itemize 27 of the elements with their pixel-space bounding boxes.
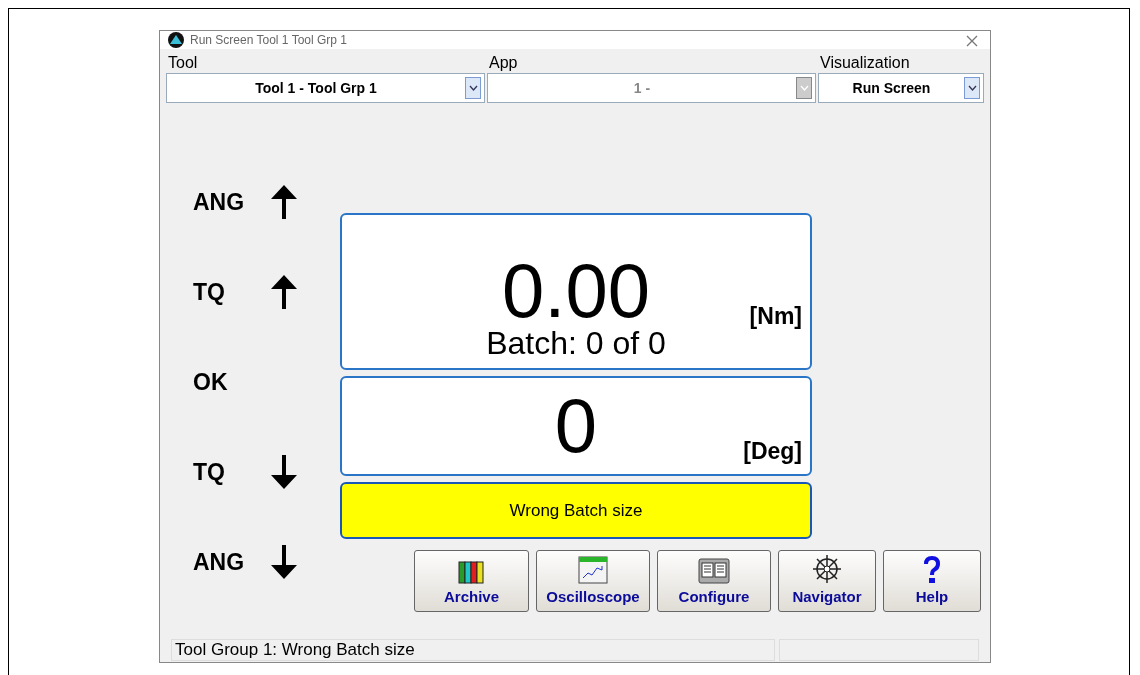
limit-label: ANG	[193, 188, 246, 217]
angle-value: 0	[554, 388, 598, 464]
dropdown[interactable]: Run Screen	[818, 73, 984, 103]
field-label: Tool	[167, 53, 199, 73]
caret-icon	[465, 77, 481, 99]
limit-label: OK	[193, 368, 229, 397]
caret-icon	[964, 77, 980, 99]
status-message: Wrong Batch size	[340, 482, 812, 539]
logo-icon	[168, 32, 184, 48]
batch-count: Batch: 0 of 0	[485, 327, 667, 359]
field-label: App	[488, 53, 519, 73]
limit-label: TQ	[193, 278, 226, 307]
limit-label: TQ	[193, 458, 226, 487]
unit-label: [Deg]	[743, 437, 802, 466]
field-label: Visualization	[819, 53, 911, 73]
window-title: Run Screen Tool 1 Tool Grp 1	[190, 32, 347, 49]
caret-icon	[796, 77, 812, 99]
unit-label: [Nm]	[749, 302, 802, 331]
dropdown[interactable]: Tool 1 - Tool Grp 1	[166, 73, 485, 103]
toolbar-button[interactable]: Archive	[414, 550, 529, 612]
limit-label: ANG	[193, 548, 246, 577]
status-bar: Tool Group 1: Wrong Batch size	[171, 639, 775, 661]
toolbar-button[interactable]: Configure	[657, 550, 771, 612]
toolbar-button[interactable]: Navigator	[778, 550, 876, 612]
toolbar-button[interactable]: Oscilloscope	[536, 550, 650, 612]
toolbar-button[interactable]: Help	[883, 550, 981, 612]
torque-value: 0.00	[502, 253, 650, 329]
